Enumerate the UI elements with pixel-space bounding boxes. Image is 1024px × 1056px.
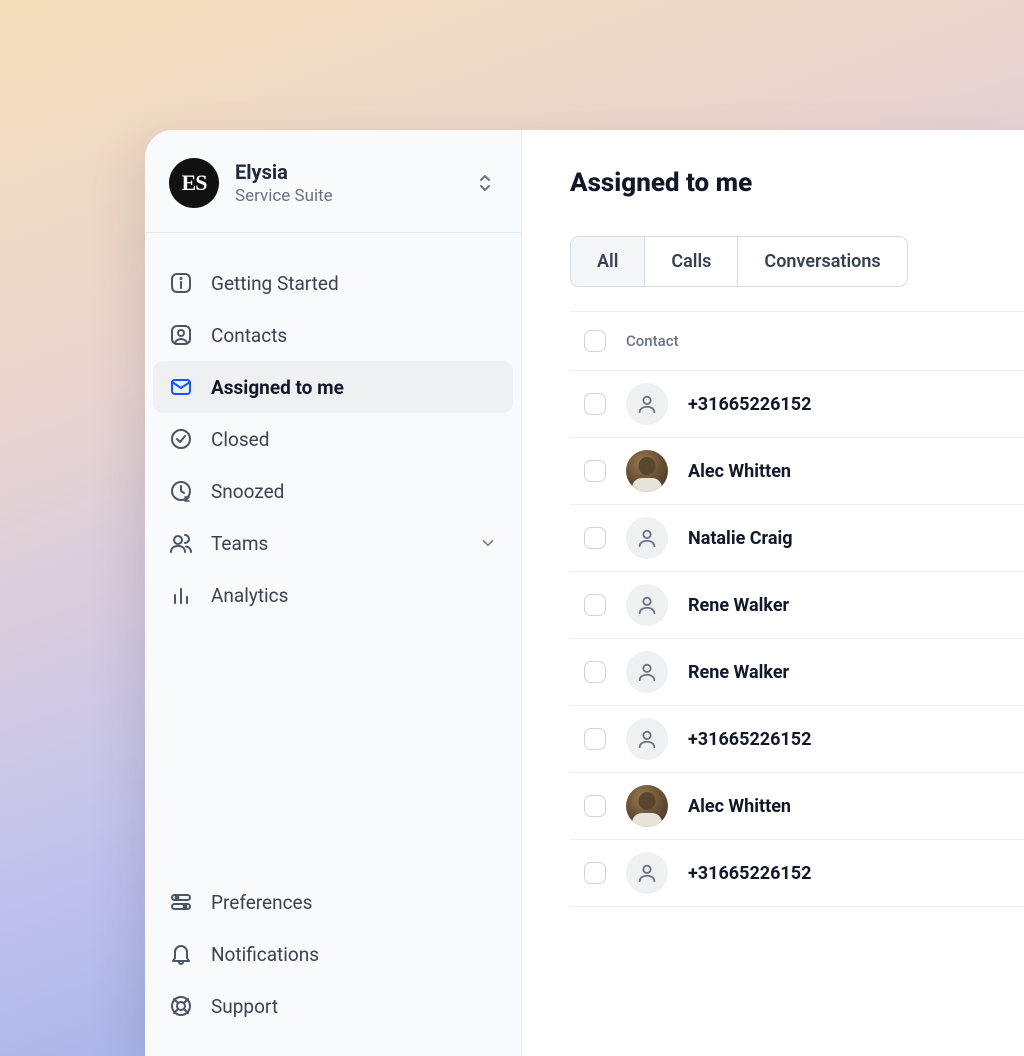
chevron-up-down-icon[interactable] (473, 169, 497, 197)
avatar-placeholder-icon (626, 852, 668, 894)
sidebar-item-label: Analytics (211, 584, 288, 607)
avatar-placeholder-icon (626, 383, 668, 425)
select-all-checkbox[interactable] (584, 330, 606, 352)
contact-name: +31665226152 (688, 863, 811, 884)
tab-all[interactable]: All (571, 237, 645, 286)
table-row[interactable]: +31665226152 (570, 371, 1024, 438)
users-icon (169, 531, 193, 555)
column-header-contact: Contact (626, 332, 679, 350)
avatar-placeholder-icon (626, 584, 668, 626)
table-header: Contact (570, 312, 1024, 371)
mail-icon (169, 375, 193, 399)
table-row[interactable]: +31665226152 (570, 840, 1024, 907)
contact-name: Alec Whitten (688, 461, 791, 482)
sidebar-item-analytics[interactable]: Analytics (153, 569, 513, 621)
sidebar-item-label: Contacts (211, 324, 287, 347)
table-row[interactable]: Rene Walker (570, 572, 1024, 639)
row-checkbox[interactable] (584, 527, 606, 549)
row-checkbox[interactable] (584, 795, 606, 817)
sidebar-item-label: Teams (211, 532, 268, 555)
org-subtitle: Service Suite (235, 186, 473, 206)
filter-tabs: AllCallsConversations (570, 236, 908, 287)
row-checkbox[interactable] (584, 862, 606, 884)
sidebar-item-label: Support (211, 995, 278, 1018)
sidebar: ES Elysia Service Suite Getting Started C… (145, 130, 522, 1056)
sidebar-item-contacts[interactable]: Contacts (153, 309, 513, 361)
bell-icon (169, 942, 193, 966)
sidebar-item-label: Assigned to me (211, 376, 344, 399)
lifebuoy-icon (169, 994, 193, 1018)
avatar (626, 785, 668, 827)
sliders-icon (169, 890, 193, 914)
avatar-placeholder-icon (626, 651, 668, 693)
sidebar-item-label: Preferences (211, 891, 312, 914)
avatar (626, 450, 668, 492)
table-row[interactable]: Natalie Craig (570, 505, 1024, 572)
contact-name: Alec Whitten (688, 796, 791, 817)
avatar-placeholder-icon (626, 517, 668, 559)
org-switcher[interactable]: ES Elysia Service Suite (145, 130, 521, 233)
tab-calls[interactable]: Calls (645, 237, 738, 286)
contact-name: Rene Walker (688, 595, 789, 616)
sidebar-item-getting-started[interactable]: Getting Started (153, 257, 513, 309)
info-icon (169, 271, 193, 295)
nav-secondary: Preferences Notifications Support (145, 868, 521, 1056)
main-panel: Assigned to me AllCallsConversations Con… (522, 130, 1024, 1056)
user-square-icon (169, 323, 193, 347)
row-checkbox[interactable] (584, 393, 606, 415)
chevron-down-icon[interactable] (479, 534, 497, 552)
bar-chart-icon (169, 583, 193, 607)
page-title: Assigned to me (570, 168, 1024, 198)
org-name: Elysia (235, 160, 473, 184)
sidebar-item-label: Getting Started (211, 272, 339, 295)
contact-name: +31665226152 (688, 394, 811, 415)
nav-primary: Getting Started Contacts Assigned to me Clo… (145, 233, 521, 868)
row-checkbox[interactable] (584, 594, 606, 616)
sidebar-item-teams[interactable]: Teams (153, 517, 513, 569)
sidebar-item-notifications[interactable]: Notifications (153, 928, 513, 980)
sidebar-item-label: Closed (211, 428, 269, 451)
sidebar-item-support[interactable]: Support (153, 980, 513, 1032)
contacts-table: Contact +31665226152 Alec Whitten Natalie … (570, 311, 1024, 907)
row-checkbox[interactable] (584, 661, 606, 683)
sidebar-item-closed[interactable]: Closed (153, 413, 513, 465)
check-circle-icon (169, 427, 193, 451)
avatar-placeholder-icon (626, 718, 668, 760)
sidebar-item-assigned-to-me[interactable]: Assigned to me (153, 361, 513, 413)
tab-conversations[interactable]: Conversations (738, 237, 906, 286)
contact-name: Natalie Craig (688, 528, 793, 549)
org-logo: ES (169, 158, 219, 208)
clock-snooze-icon (169, 479, 193, 503)
table-row[interactable]: Rene Walker (570, 639, 1024, 706)
contact-name: Rene Walker (688, 662, 789, 683)
contact-name: +31665226152 (688, 729, 811, 750)
row-checkbox[interactable] (584, 728, 606, 750)
sidebar-item-label: Snoozed (211, 480, 284, 503)
table-row[interactable]: Alec Whitten (570, 773, 1024, 840)
table-row[interactable]: +31665226152 (570, 706, 1024, 773)
row-checkbox[interactable] (584, 460, 606, 482)
sidebar-item-preferences[interactable]: Preferences (153, 876, 513, 928)
app-window: ES Elysia Service Suite Getting Started C… (145, 130, 1024, 1056)
table-row[interactable]: Alec Whitten (570, 438, 1024, 505)
sidebar-item-snoozed[interactable]: Snoozed (153, 465, 513, 517)
sidebar-item-label: Notifications (211, 943, 319, 966)
